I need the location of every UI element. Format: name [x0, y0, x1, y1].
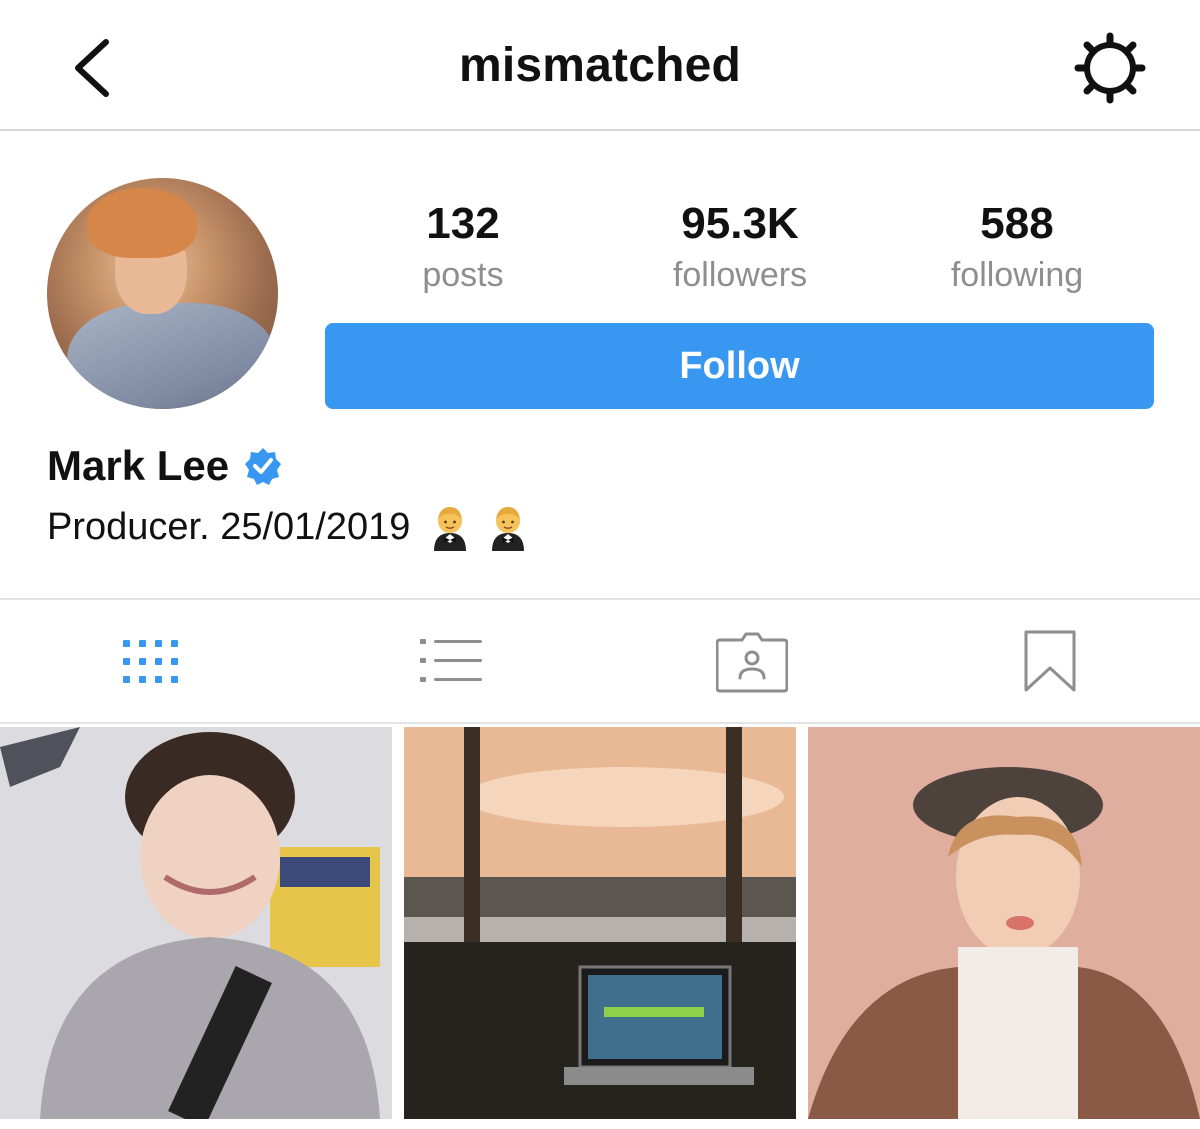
profile-avatar[interactable]: [47, 178, 278, 409]
profile-stats: 132 posts 95.3K followers 588 following: [325, 196, 1155, 306]
stat-followers[interactable]: 95.3K followers: [602, 196, 878, 298]
profile-name: Mark Lee: [47, 442, 230, 489]
tab-grid[interactable]: [114, 628, 186, 694]
verified-badge-icon: [245, 448, 282, 485]
bookmark-icon: [1024, 630, 1076, 692]
list-icon: [420, 639, 482, 682]
tagged-icon: [715, 632, 789, 693]
photo-grid: [0, 724, 1200, 1129]
profile-bio-row: Producer. 25/01/2019: [47, 500, 528, 554]
grid-icon: [123, 640, 178, 683]
stat-value: 132: [426, 199, 500, 248]
gear-icon: [1074, 32, 1146, 104]
man-in-tuxedo-icon: [434, 507, 467, 551]
tab-tagged[interactable]: [715, 628, 789, 694]
photo-tile[interactable]: [808, 727, 1200, 1119]
stat-following[interactable]: 588 following: [879, 196, 1155, 298]
stat-value: 95.3K: [681, 199, 799, 248]
page-title: mismatched: [458, 39, 742, 92]
profile-tabs: [0, 598, 1200, 724]
stat-value: 588: [980, 199, 1054, 248]
tab-saved[interactable]: [1014, 628, 1086, 694]
avatar-jacket: [67, 303, 277, 409]
avatar-hair: [87, 188, 197, 258]
stat-label: posts: [422, 256, 504, 294]
stat-label: followers: [672, 256, 808, 294]
stat-posts[interactable]: 132 posts: [325, 196, 601, 298]
stat-label: following: [950, 256, 1084, 294]
photo-tile[interactable]: [404, 727, 796, 1119]
photo-image: [808, 727, 1200, 1119]
photo-image: [0, 727, 392, 1119]
tab-list[interactable]: [414, 628, 486, 694]
photo-image: [404, 727, 796, 1119]
photo-tile[interactable]: [0, 727, 392, 1119]
settings-button[interactable]: [1072, 30, 1148, 106]
top-bar: mismatched: [0, 0, 1200, 131]
profile-name-row: Mark Lee: [47, 440, 283, 492]
man-in-tuxedo-icon: [492, 507, 525, 551]
profile-bio: Producer. 25/01/2019: [47, 505, 411, 548]
follow-button[interactable]: Follow: [325, 323, 1154, 409]
